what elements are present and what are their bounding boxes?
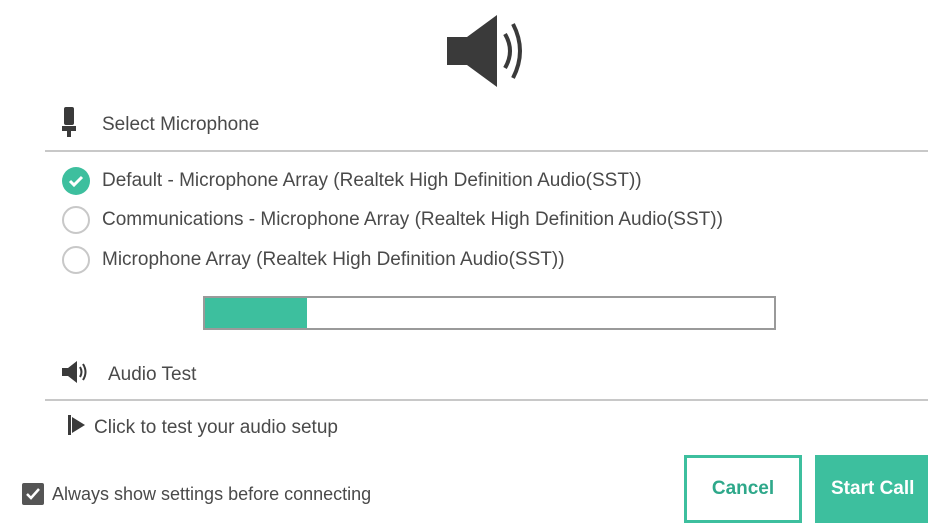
microphone-option-array[interactable]: Microphone Array (Realtek High Definitio… bbox=[62, 245, 565, 275]
audio-test-section-label: Audio Test bbox=[108, 364, 197, 385]
test-audio-link[interactable]: Click to test your audio setup bbox=[68, 413, 338, 443]
microphone-level-meter bbox=[203, 296, 776, 330]
start-call-button[interactable]: Start Call bbox=[815, 455, 928, 523]
microphone-section-label: Select Microphone bbox=[102, 114, 260, 135]
microphone-option-communications[interactable]: Communications - Microphone Array (Realt… bbox=[62, 205, 723, 235]
divider bbox=[45, 150, 928, 152]
microphone-option-default[interactable]: Default - Microphone Array (Realtek High… bbox=[62, 166, 642, 196]
always-show-settings-label: Always show settings before connecting bbox=[52, 483, 372, 504]
always-show-settings-option[interactable]: Always show settings before connecting bbox=[22, 479, 371, 509]
microphone-icon bbox=[62, 107, 76, 143]
audio-test-section-header: Audio Test bbox=[62, 360, 196, 390]
speaker-icon bbox=[445, 12, 535, 90]
radio-unchecked-icon[interactable] bbox=[62, 206, 90, 234]
divider bbox=[45, 399, 928, 401]
play-icon bbox=[68, 415, 86, 441]
microphone-level-fill bbox=[205, 298, 308, 328]
radio-checked-icon[interactable] bbox=[62, 167, 90, 195]
checkbox-checked-icon[interactable] bbox=[22, 483, 44, 505]
cancel-button[interactable]: Cancel bbox=[684, 455, 802, 523]
speaker-icon bbox=[62, 361, 88, 389]
test-audio-label: Click to test your audio setup bbox=[94, 417, 338, 438]
microphone-option-label: Default - Microphone Array (Realtek High… bbox=[102, 170, 642, 191]
microphone-section-header: Select Microphone bbox=[62, 107, 260, 143]
radio-unchecked-icon[interactable] bbox=[62, 246, 90, 274]
microphone-option-label: Communications - Microphone Array (Realt… bbox=[102, 209, 723, 230]
microphone-option-label: Microphone Array (Realtek High Definitio… bbox=[102, 249, 565, 270]
